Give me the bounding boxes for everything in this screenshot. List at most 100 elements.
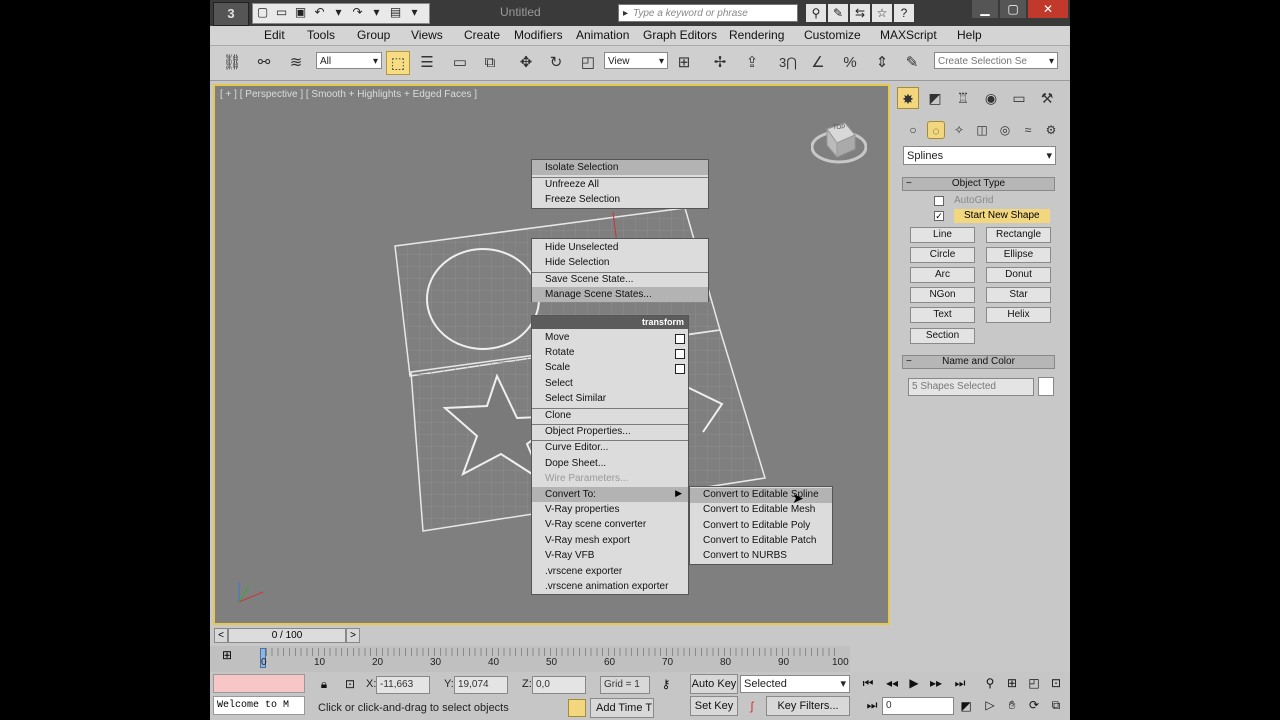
- field-of-view-icon[interactable]: ▷: [980, 696, 1000, 714]
- project-folder-icon[interactable]: ▤: [386, 4, 405, 21]
- maxscript-listener-input[interactable]: Welcome to M: [213, 696, 305, 715]
- go-to-end-icon[interactable]: ⏭: [950, 674, 970, 692]
- undo-dropdown-icon[interactable]: ▾: [329, 4, 348, 21]
- absolute-mode-icon[interactable]: ⊡: [340, 675, 360, 693]
- maxscript-mini-listener-top[interactable]: [213, 674, 305, 693]
- time-slider[interactable]: < 0 / 100 >: [210, 628, 888, 644]
- autogrid-checkbox[interactable]: [934, 196, 944, 206]
- binoculars-icon[interactable]: ⚲: [806, 4, 826, 22]
- favorites-star-icon[interactable]: ☆: [872, 4, 892, 22]
- zoom-icon[interactable]: ⚲: [980, 674, 1000, 692]
- maximize-button[interactable]: ▢: [1000, 0, 1026, 18]
- save-icon[interactable]: ▣: [291, 4, 310, 21]
- menu-vray-vfb[interactable]: V-Ray VFB: [545, 550, 594, 561]
- menu-edit[interactable]: Edit: [264, 28, 285, 42]
- zoom-all-icon[interactable]: ⊞: [1002, 674, 1022, 692]
- select-and-rotate-icon[interactable]: ↻: [544, 51, 568, 75]
- rectangle-button[interactable]: Rectangle: [986, 227, 1051, 243]
- menu-convert-nurbs[interactable]: Convert to NURBS: [703, 550, 787, 561]
- adaptive-degradation-icon[interactable]: [568, 699, 586, 717]
- key-mode-dropdown[interactable]: Selected: [740, 675, 850, 693]
- search-input[interactable]: Type a keyword or phrase: [618, 4, 798, 23]
- key-mode-toggle-icon[interactable]: ⏭: [862, 696, 882, 714]
- play-icon[interactable]: ▶: [904, 674, 924, 692]
- hierarchy-tab-icon[interactable]: ♖: [952, 87, 974, 109]
- add-time-tag-button[interactable]: Add Time T: [590, 698, 654, 718]
- menu-vray-scene-converter[interactable]: V-Ray scene converter: [545, 519, 646, 530]
- menu-customize[interactable]: Customize: [804, 28, 861, 42]
- current-frame-field[interactable]: 0: [882, 697, 954, 715]
- quick-access-dropdown-icon[interactable]: ▾: [405, 4, 424, 21]
- app-menu-button[interactable]: 3: [213, 2, 249, 26]
- create-tab-icon[interactable]: ✸: [897, 87, 919, 109]
- menu-convert-to[interactable]: Convert To:: [545, 489, 596, 500]
- orbit-icon[interactable]: ⟳: [1024, 696, 1044, 714]
- select-and-scale-icon[interactable]: ◰: [576, 51, 600, 75]
- x-coordinate-field[interactable]: -11,663: [376, 676, 430, 694]
- menu-move[interactable]: Move: [545, 332, 569, 343]
- zoom-extents-icon[interactable]: ◰: [1024, 674, 1044, 692]
- previous-frame-icon[interactable]: ◂◂: [882, 674, 902, 692]
- select-manipulate-icon[interactable]: ✢: [708, 51, 732, 75]
- shapes-icon[interactable]: ◌: [927, 121, 945, 139]
- section-button[interactable]: Section: [910, 328, 975, 344]
- prev-frame-icon[interactable]: <: [214, 628, 228, 643]
- menu-convert-editable-patch[interactable]: Convert to Editable Patch: [703, 535, 816, 546]
- menu-vrscene-animation-exporter[interactable]: .vrscene animation exporter: [545, 581, 668, 592]
- menu-maxscript[interactable]: MAXScript: [880, 28, 937, 42]
- pan-view-icon[interactable]: ✋︎: [1002, 696, 1022, 714]
- menu-isolate-selection[interactable]: Isolate Selection: [545, 162, 618, 173]
- motion-tab-icon[interactable]: ◉: [980, 87, 1002, 109]
- menu-views[interactable]: Views: [411, 28, 443, 42]
- menu-rotate[interactable]: Rotate: [545, 347, 574, 358]
- menu-freeze-selection[interactable]: Freeze Selection: [545, 194, 620, 205]
- start-new-shape-checkbox[interactable]: ✓: [934, 211, 944, 221]
- select-and-move-icon[interactable]: ✥: [514, 51, 538, 75]
- select-and-link-icon[interactable]: ⛓: [220, 51, 244, 75]
- menu-hide-unselected[interactable]: Hide Unselected: [545, 242, 618, 253]
- pivot-center-icon[interactable]: ⊞: [672, 51, 696, 75]
- next-frame-button-icon[interactable]: ▸▸: [926, 674, 946, 692]
- key-filters-button[interactable]: Key Filters...: [766, 696, 850, 716]
- go-to-start-icon[interactable]: ⏮: [858, 674, 878, 692]
- start-new-shape-button[interactable]: Start New Shape: [954, 209, 1050, 223]
- menu-create[interactable]: Create: [464, 28, 500, 42]
- menu-tools[interactable]: Tools: [307, 28, 335, 42]
- menu-graph-editors[interactable]: Graph Editors: [643, 28, 717, 42]
- unlink-icon[interactable]: ⚯: [252, 51, 276, 75]
- ngon-button[interactable]: NGon: [910, 287, 975, 303]
- percent-snap-icon[interactable]: %: [838, 51, 862, 75]
- menu-vray-properties[interactable]: V-Ray properties: [545, 504, 619, 515]
- y-coordinate-field[interactable]: 19,074: [454, 676, 508, 694]
- select-object-icon[interactable]: ⬚: [386, 51, 410, 75]
- menu-dope-sheet[interactable]: Dope Sheet...: [545, 458, 606, 469]
- menu-group[interactable]: Group: [357, 28, 390, 42]
- menu-rendering[interactable]: Rendering: [729, 28, 784, 42]
- keyboard-shortcut-override-icon[interactable]: ⇪: [740, 51, 764, 75]
- z-coordinate-field[interactable]: 0,0: [532, 676, 586, 694]
- menu-vray-mesh-export[interactable]: V-Ray mesh export: [545, 535, 630, 546]
- perspective-viewport[interactable]: [ + ] [ Perspective ] [ Smooth + Highlig…: [213, 84, 890, 625]
- zoom-extents-all-icon[interactable]: ⊡: [1046, 674, 1066, 692]
- rectangular-selection-icon[interactable]: ▭: [448, 51, 472, 75]
- angle-snap-icon[interactable]: ∠: [806, 51, 830, 75]
- menu-select[interactable]: Select: [545, 378, 573, 389]
- reference-coordinate-dropdown[interactable]: View: [604, 52, 668, 70]
- close-button[interactable]: ✕: [1028, 0, 1068, 18]
- help-icon[interactable]: ?: [894, 4, 914, 22]
- redo-dropdown-icon[interactable]: ▾: [367, 4, 386, 21]
- spinner-snap-icon[interactable]: ⇕: [870, 51, 894, 75]
- menu-convert-editable-poly[interactable]: Convert to Editable Poly: [703, 520, 810, 531]
- line-button[interactable]: Line: [910, 227, 975, 243]
- time-configuration-icon[interactable]: ◩: [956, 697, 976, 715]
- utilities-tab-icon[interactable]: ⚒: [1036, 87, 1058, 109]
- object-color-swatch[interactable]: [1038, 377, 1054, 396]
- move-settings-icon[interactable]: [675, 334, 685, 344]
- cameras-icon[interactable]: ◫: [973, 121, 991, 139]
- time-slider-handle[interactable]: 0 / 100: [228, 628, 346, 643]
- star-button[interactable]: Star: [986, 287, 1051, 303]
- menu-select-similar[interactable]: Select Similar: [545, 393, 606, 404]
- new-file-icon[interactable]: ▢: [253, 4, 272, 21]
- menu-manage-scene-states[interactable]: Manage Scene States...: [545, 289, 652, 300]
- communication-icon[interactable]: ✎: [828, 4, 848, 22]
